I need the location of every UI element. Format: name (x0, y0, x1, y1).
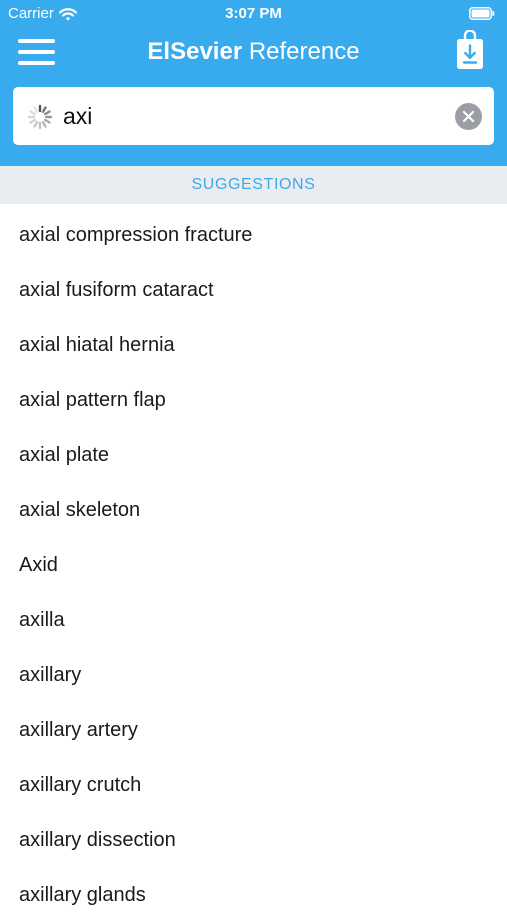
clear-icon (455, 103, 482, 130)
suggestion-item[interactable]: axial plate (0, 428, 507, 483)
suggestion-item[interactable]: axillary crutch (0, 758, 507, 813)
app-title: ElSevier Reference (0, 38, 507, 66)
suggestion-item[interactable]: axillary glands (0, 868, 507, 923)
download-button[interactable] (455, 29, 485, 72)
suggestion-item[interactable]: axial skeleton (0, 483, 507, 538)
status-time: 3:07 PM (225, 5, 282, 22)
suggestion-item[interactable]: axillary artery (0, 703, 507, 758)
suggestion-item[interactable]: axilla (0, 593, 507, 648)
suggestion-item[interactable]: axial hiatal hernia (0, 318, 507, 373)
app-title-brand: ElSevier (147, 38, 243, 65)
battery-icon (469, 7, 495, 20)
suggestion-item[interactable]: axial fusiform cataract (0, 263, 507, 318)
search-input[interactable] (63, 99, 443, 133)
search-bar (13, 87, 494, 145)
app-title-suffix: Reference (242, 38, 360, 65)
suggestions-header: SUGGESTIONS (0, 166, 507, 204)
suggestion-item[interactable]: Axid (0, 538, 507, 593)
suggestion-item[interactable]: axillary dissection (0, 813, 507, 868)
suggestion-item[interactable]: axial compression fracture (0, 208, 507, 263)
suggestions-list: axial compression fracture axial fusifor… (0, 208, 507, 923)
download-bag-icon (457, 29, 483, 69)
app-header: Carrier 3:07 PM ElSevier Reference (0, 0, 507, 166)
suggestion-item[interactable]: axillary (0, 648, 507, 703)
spinner-icon (27, 104, 53, 130)
clear-search-button[interactable] (455, 103, 482, 130)
status-bar: Carrier 3:07 PM (0, 0, 507, 28)
navigation-bar: ElSevier Reference (0, 28, 507, 78)
suggestion-item[interactable]: axial pattern flap (0, 373, 507, 428)
